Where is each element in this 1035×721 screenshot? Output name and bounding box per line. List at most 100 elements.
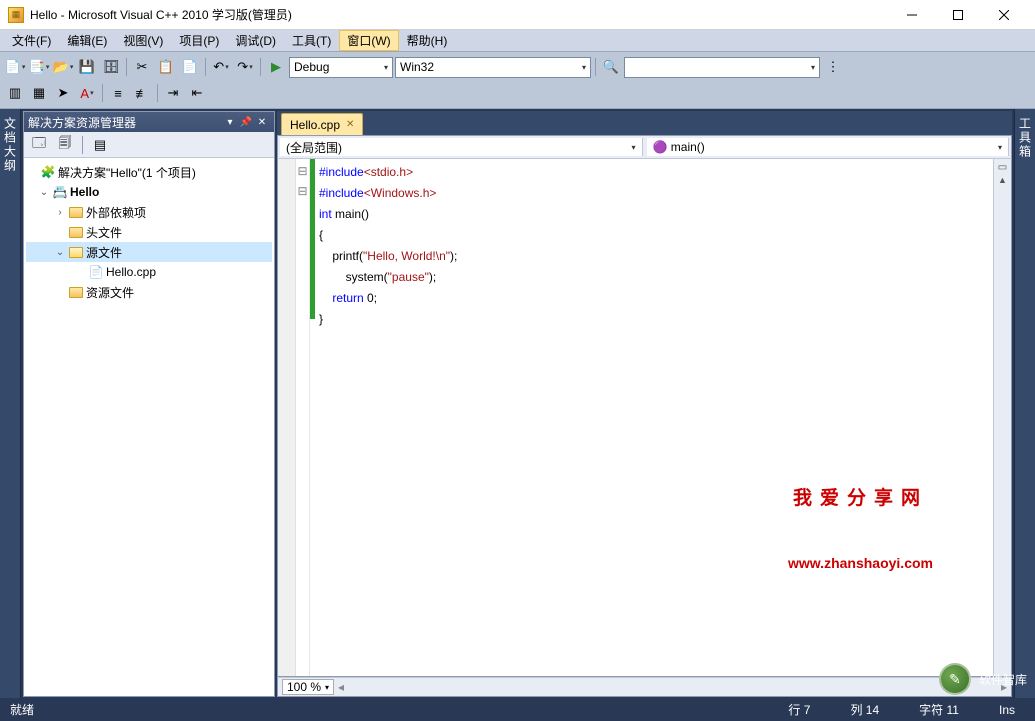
overflow-button[interactable]: ⋮ (822, 56, 844, 78)
left-tool-tab[interactable]: 文档大纲 (0, 109, 21, 699)
editor-area: Hello.cpp ✕ (全局范围) 🟣 main() ⊟⊟ #include<… (277, 111, 1012, 697)
external-deps-node[interactable]: › 外部依赖项 (26, 202, 272, 222)
status-bar: 就绪 行 7 列 14 字符 11 Ins (0, 698, 1035, 721)
menu-edit[interactable]: 编辑(E) (59, 30, 115, 51)
status-ins: Ins (999, 703, 1015, 717)
main-area: 文档大纲 解决方案资源管理器 ▾ 📌 ✕ 🗔 🗐 ▤ 🧩 解决方案"Hello"… (0, 109, 1035, 699)
scroll-up-icon[interactable]: ▲ (998, 175, 1007, 185)
editor-footer: 100 % ▾ ◂ ▸ (277, 677, 1012, 697)
code-content[interactable]: #include<stdio.h> #include<Windows.h> in… (315, 159, 993, 676)
cursor-button[interactable]: ➤ (52, 82, 74, 104)
separator (157, 84, 158, 102)
solution-toolbar: 🗔 🗐 ▤ (24, 132, 274, 158)
file-tab-label: Hello.cpp (290, 118, 340, 132)
panel-title: 解决方案资源管理器 (28, 114, 136, 131)
separator (260, 58, 261, 76)
window-title: Hello - Microsoft Visual C++ 2010 学习版(管理… (30, 6, 889, 23)
separator (102, 84, 103, 102)
cut-button[interactable]: ✂ (131, 56, 153, 78)
start-debug-button[interactable]: ▶ (265, 56, 287, 78)
status-char: 字符 11 (919, 701, 959, 718)
status-ready: 就绪 (10, 701, 34, 718)
menu-view[interactable]: 视图(V) (115, 30, 171, 51)
publisher-avatar-icon: ✎ (939, 663, 971, 695)
solution-explorer-panel: 解决方案资源管理器 ▾ 📌 ✕ 🗔 🗐 ▤ 🧩 解决方案"Hello"(1 个项… (23, 111, 275, 697)
cpp-file-icon: 📄 (88, 264, 104, 280)
menu-help[interactable]: 帮助(H) (399, 30, 456, 51)
solution-explorer-header[interactable]: 解决方案资源管理器 ▾ 📌 ✕ (24, 112, 274, 132)
solution-tree[interactable]: 🧩 解决方案"Hello"(1 个项目) ⌄📇 Hello › 外部依赖项 头文… (24, 158, 274, 696)
menu-tools[interactable]: 工具(T) (284, 30, 339, 51)
save-all-button[interactable]: 🗄 (100, 56, 122, 78)
file-tab[interactable]: Hello.cpp ✕ (281, 113, 363, 135)
view-designer-button[interactable]: ▦ (28, 82, 50, 104)
watermark: 我爱分享网 www.zhanshaoyi.com (788, 449, 933, 613)
comment-button[interactable]: ≡ (107, 82, 129, 104)
zoom-combo[interactable]: 100 % ▾ (282, 679, 334, 695)
folder-open-icon (68, 244, 84, 260)
panel-menu-icon[interactable]: ▾ (222, 114, 238, 130)
status-line: 行 7 (788, 701, 810, 718)
project-node[interactable]: ⌄📇 Hello (26, 182, 272, 202)
minimize-button[interactable] (889, 0, 935, 30)
menu-debug[interactable]: 调试(D) (227, 30, 284, 51)
indent-button[interactable]: ⇥ (162, 82, 184, 104)
uncomment-button[interactable]: ≢ (131, 82, 153, 104)
separator (205, 58, 206, 76)
scroll-left-icon[interactable]: ◂ (338, 680, 344, 694)
properties-button[interactable]: 🗔 (28, 134, 50, 156)
resources-node[interactable]: 资源文件 (26, 282, 272, 302)
menu-project[interactable]: 项目(P) (171, 30, 227, 51)
font-size-button[interactable]: A (76, 82, 98, 104)
source-file-node[interactable]: 📄 Hello.cpp (26, 262, 272, 282)
folder-icon (68, 224, 84, 240)
toolbar-area: 📄 📑 📂 💾 🗄 ✂ 📋 📄 ↶ ↷ ▶ Debug Win32 🔍 ⋮ ▥ … (0, 52, 1035, 109)
app-icon: ▦ (8, 7, 24, 23)
pin-icon[interactable]: 📌 (238, 114, 254, 130)
platform-combo[interactable]: Win32 (395, 57, 591, 78)
panel-close-icon[interactable]: ✕ (254, 114, 270, 130)
split-bar[interactable]: ▭ ▲ (993, 159, 1011, 676)
paste-button[interactable]: 📄 (179, 56, 201, 78)
split-icon[interactable]: ▭ (998, 162, 1007, 173)
close-button[interactable] (981, 0, 1027, 30)
code-editor[interactable]: ⊟⊟ #include<stdio.h> #include<Windows.h>… (277, 159, 1012, 677)
editor-tabstrip: Hello.cpp ✕ (277, 111, 1012, 135)
navigation-bar: (全局范围) 🟣 main() (277, 135, 1012, 159)
undo-button[interactable]: ↶ (210, 56, 232, 78)
member-combo[interactable]: 🟣 main() (647, 138, 1010, 156)
separator (126, 58, 127, 76)
open-button[interactable]: 📂 (52, 56, 74, 78)
tab-close-icon[interactable]: ✕ (346, 119, 354, 130)
scope-combo[interactable]: (全局范围) (280, 138, 643, 156)
separator (82, 136, 83, 154)
maximize-button[interactable] (935, 0, 981, 30)
config-combo[interactable]: Debug (289, 57, 393, 78)
right-tool-tab[interactable]: 工具箱 (1014, 109, 1035, 699)
breakpoint-margin[interactable] (278, 159, 296, 676)
headers-node[interactable]: 头文件 (26, 222, 272, 242)
publisher-name: 软件智库 (979, 671, 1027, 688)
outdent-button[interactable]: ⇤ (186, 82, 208, 104)
menu-bar: 文件(F) 编辑(E) 视图(V) 项目(P) 调试(D) 工具(T) 窗口(W… (0, 30, 1035, 52)
menu-window[interactable]: 窗口(W) (339, 30, 398, 51)
solution-node[interactable]: 🧩 解决方案"Hello"(1 个项目) (26, 162, 272, 182)
sources-node[interactable]: ⌄ 源文件 (26, 242, 272, 262)
menu-file[interactable]: 文件(F) (4, 30, 59, 51)
outlining-margin[interactable]: ⊟⊟ (296, 159, 310, 676)
new-project-button[interactable]: 📄 (4, 56, 26, 78)
show-all-button[interactable]: 🗐 (54, 134, 76, 156)
separator (595, 58, 596, 76)
title-bar: ▦ Hello - Microsoft Visual C++ 2010 学习版(… (0, 0, 1035, 30)
copy-button[interactable]: 📋 (155, 56, 177, 78)
view-class-button[interactable]: ▤ (89, 134, 111, 156)
status-col: 列 14 (850, 701, 879, 718)
project-icon: 📇 (52, 184, 68, 200)
add-item-button[interactable]: 📑 (28, 56, 50, 78)
view-code-button[interactable]: ▥ (4, 82, 26, 104)
find-combo[interactable] (624, 57, 820, 78)
folder-icon (68, 284, 84, 300)
find-in-files-button[interactable]: 🔍 (600, 56, 622, 78)
save-button[interactable]: 💾 (76, 56, 98, 78)
redo-button[interactable]: ↷ (234, 56, 256, 78)
